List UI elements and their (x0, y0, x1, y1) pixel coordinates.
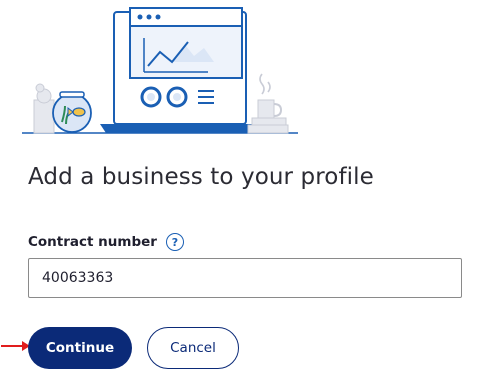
contract-number-input[interactable] (28, 258, 462, 298)
continue-button[interactable]: Continue (28, 327, 132, 369)
help-icon[interactable]: ? (165, 233, 184, 251)
mug-icon (247, 73, 289, 134)
cancel-button[interactable]: Cancel (147, 327, 239, 369)
page-title: Add a business to your profile (28, 164, 374, 190)
cactus-icon (33, 83, 55, 134)
contract-number-label: Contract number (28, 234, 157, 250)
contract-number-label-row: Contract number ? (28, 233, 184, 251)
laptop-dashboard-illustration (22, 7, 298, 134)
fishbowl-icon (52, 91, 92, 133)
laptop-icon (100, 7, 262, 133)
